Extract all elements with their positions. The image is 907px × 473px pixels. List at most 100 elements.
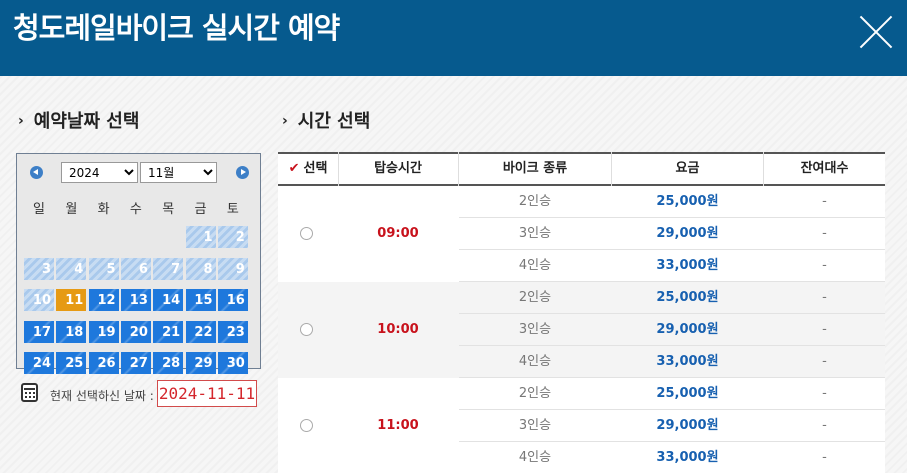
calendar-day: 4 bbox=[56, 257, 87, 280]
fee: 33,000원 bbox=[656, 354, 719, 369]
table-row: 3인승 29,000원 - bbox=[459, 410, 885, 442]
header-time: 탑승시간 bbox=[374, 161, 422, 176]
fee: 33,000원 bbox=[656, 450, 719, 465]
time-radio[interactable] bbox=[300, 227, 313, 240]
remaining-count: - bbox=[822, 226, 827, 241]
calendar: 2024 11월 일월화수목금토 1 2 3 4 5 6 7 8 9 10 11 12 13 14 15 16… bbox=[16, 153, 261, 374]
calendar-day: 10 bbox=[24, 289, 54, 311]
close-icon[interactable] bbox=[858, 14, 894, 50]
weekday-label: 금 bbox=[194, 202, 207, 217]
calendar-day[interactable]: 11 bbox=[56, 289, 87, 311]
header-select: ✔ 선택 bbox=[278, 154, 338, 184]
calendar-day[interactable]: 26 bbox=[88, 352, 119, 374]
bike-type: 4인승 bbox=[518, 258, 552, 273]
calendar-day: 3 bbox=[24, 257, 54, 280]
table-row: 4인승 33,000원 - bbox=[459, 346, 885, 378]
table-row: 2인승 25,000원 - bbox=[459, 378, 885, 410]
departure-time: 10:00 bbox=[377, 322, 419, 337]
time-radio[interactable] bbox=[300, 419, 313, 432]
remaining-count: - bbox=[822, 418, 827, 433]
calendar-day[interactable]: 27 bbox=[120, 352, 151, 374]
calendar-day[interactable]: 16 bbox=[217, 289, 248, 311]
time-radio[interactable] bbox=[300, 323, 313, 336]
prev-month-icon[interactable] bbox=[30, 166, 43, 179]
weekday-label: 화 bbox=[97, 202, 110, 217]
fee: 29,000원 bbox=[656, 322, 719, 337]
calendar-day: 5 bbox=[88, 257, 119, 280]
calendar-day: 2 bbox=[217, 226, 248, 248]
bike-type: 4인승 bbox=[518, 354, 552, 369]
table-row: 2인승 25,000원 - bbox=[459, 282, 885, 314]
time-group: 11:00 2인승 25,000원 - 3인승 29,000원 - 4인승 33,000원 - bbox=[278, 378, 885, 473]
weekday-label: 월 bbox=[65, 202, 78, 217]
calendar-day[interactable]: 23 bbox=[217, 320, 248, 343]
departure-time: 11:00 bbox=[377, 418, 419, 433]
time-table: ✔ 선택 탑승시간 바이크 종류 요금 잔여대수 09:00 2인승 25,000원 -… bbox=[278, 152, 885, 473]
calendar-day[interactable]: 22 bbox=[185, 320, 216, 343]
calendar-day[interactable]: 21 bbox=[153, 320, 184, 343]
remaining-count: - bbox=[822, 322, 827, 337]
remaining-count: - bbox=[822, 258, 827, 273]
next-month-icon[interactable] bbox=[236, 166, 249, 179]
check-icon: ✔ bbox=[288, 161, 300, 176]
bike-type: 2인승 bbox=[518, 194, 552, 209]
remaining-count: - bbox=[822, 450, 827, 465]
calendar-day[interactable]: 20 bbox=[120, 320, 151, 343]
fee: 25,000원 bbox=[656, 194, 719, 209]
table-row: 4인승 33,000원 - bbox=[459, 250, 885, 282]
selected-date-value: 2024-11-11 bbox=[157, 380, 257, 407]
calendar-day[interactable]: 29 bbox=[185, 352, 216, 374]
remaining-count: - bbox=[822, 354, 827, 369]
fee: 29,000원 bbox=[656, 418, 719, 433]
departure-time: 09:00 bbox=[377, 226, 419, 241]
year-select[interactable]: 2024 bbox=[61, 162, 138, 183]
calendar-day: 6 bbox=[120, 257, 151, 280]
calendar-day[interactable]: 24 bbox=[24, 352, 54, 374]
calendar-day[interactable]: 30 bbox=[217, 352, 248, 374]
calendar-day[interactable]: 25 bbox=[56, 352, 87, 374]
calendar-day[interactable]: 18 bbox=[56, 320, 87, 343]
calendar-day[interactable]: 13 bbox=[120, 289, 151, 311]
calendar-day[interactable]: 19 bbox=[88, 320, 119, 343]
fee: 29,000원 bbox=[656, 226, 719, 241]
table-row: 3인승 29,000원 - bbox=[459, 314, 885, 346]
table-row: 3인승 29,000원 - bbox=[459, 218, 885, 250]
weekday-label: 목 bbox=[162, 202, 175, 217]
weekday-label: 토 bbox=[226, 202, 239, 217]
time-group: 09:00 2인승 25,000원 - 3인승 29,000원 - 4인승 33,000원 - bbox=[278, 186, 885, 282]
page-title: 청도레일바이크 실시간 예약 bbox=[13, 11, 340, 45]
bike-type: 2인승 bbox=[518, 386, 552, 401]
chevron-right-icon: › bbox=[282, 113, 288, 129]
calendar-day[interactable]: 14 bbox=[153, 289, 184, 311]
header-fee: 요금 bbox=[675, 161, 700, 176]
header-select-label: 선택 bbox=[303, 161, 328, 176]
fee: 25,000원 bbox=[656, 386, 719, 401]
calendar-day[interactable]: 28 bbox=[153, 352, 184, 374]
calendar-day: 8 bbox=[185, 257, 216, 280]
calendar-day[interactable]: 12 bbox=[88, 289, 119, 311]
bike-type: 3인승 bbox=[518, 418, 552, 433]
remaining-count: - bbox=[822, 386, 827, 401]
date-section-label: 예약날짜 선택 bbox=[33, 111, 140, 132]
weekday-header: 일월화수목금토 bbox=[17, 198, 260, 218]
fee: 25,000원 bbox=[656, 290, 719, 305]
calendar-day: 7 bbox=[153, 257, 184, 280]
table-row: 2인승 25,000원 - bbox=[459, 186, 885, 218]
month-select[interactable]: 11월 bbox=[140, 162, 217, 183]
header-type: 바이크 종류 bbox=[502, 161, 568, 176]
table-header: ✔ 선택 탑승시간 바이크 종류 요금 잔여대수 bbox=[278, 152, 885, 186]
date-section-title: › 예약날짜 선택 bbox=[18, 110, 139, 135]
calendar-nav: 2024 11월 bbox=[17, 154, 260, 188]
header-bar: 청도레일바이크 실시간 예약 bbox=[0, 0, 907, 76]
calendar-day: 1 bbox=[185, 226, 216, 248]
chevron-right-icon: › bbox=[18, 113, 24, 129]
bike-type: 3인승 bbox=[518, 226, 552, 241]
calendar-day[interactable]: 17 bbox=[24, 320, 54, 343]
time-section-label: 시간 선택 bbox=[297, 111, 371, 132]
table-row: 4인승 33,000원 - bbox=[459, 442, 885, 473]
header-remaining: 잔여대수 bbox=[800, 161, 849, 176]
calendar-day[interactable]: 15 bbox=[185, 289, 216, 311]
calendar-day: 9 bbox=[217, 257, 248, 280]
remaining-count: - bbox=[822, 194, 827, 209]
bike-type: 4인승 bbox=[518, 450, 552, 465]
